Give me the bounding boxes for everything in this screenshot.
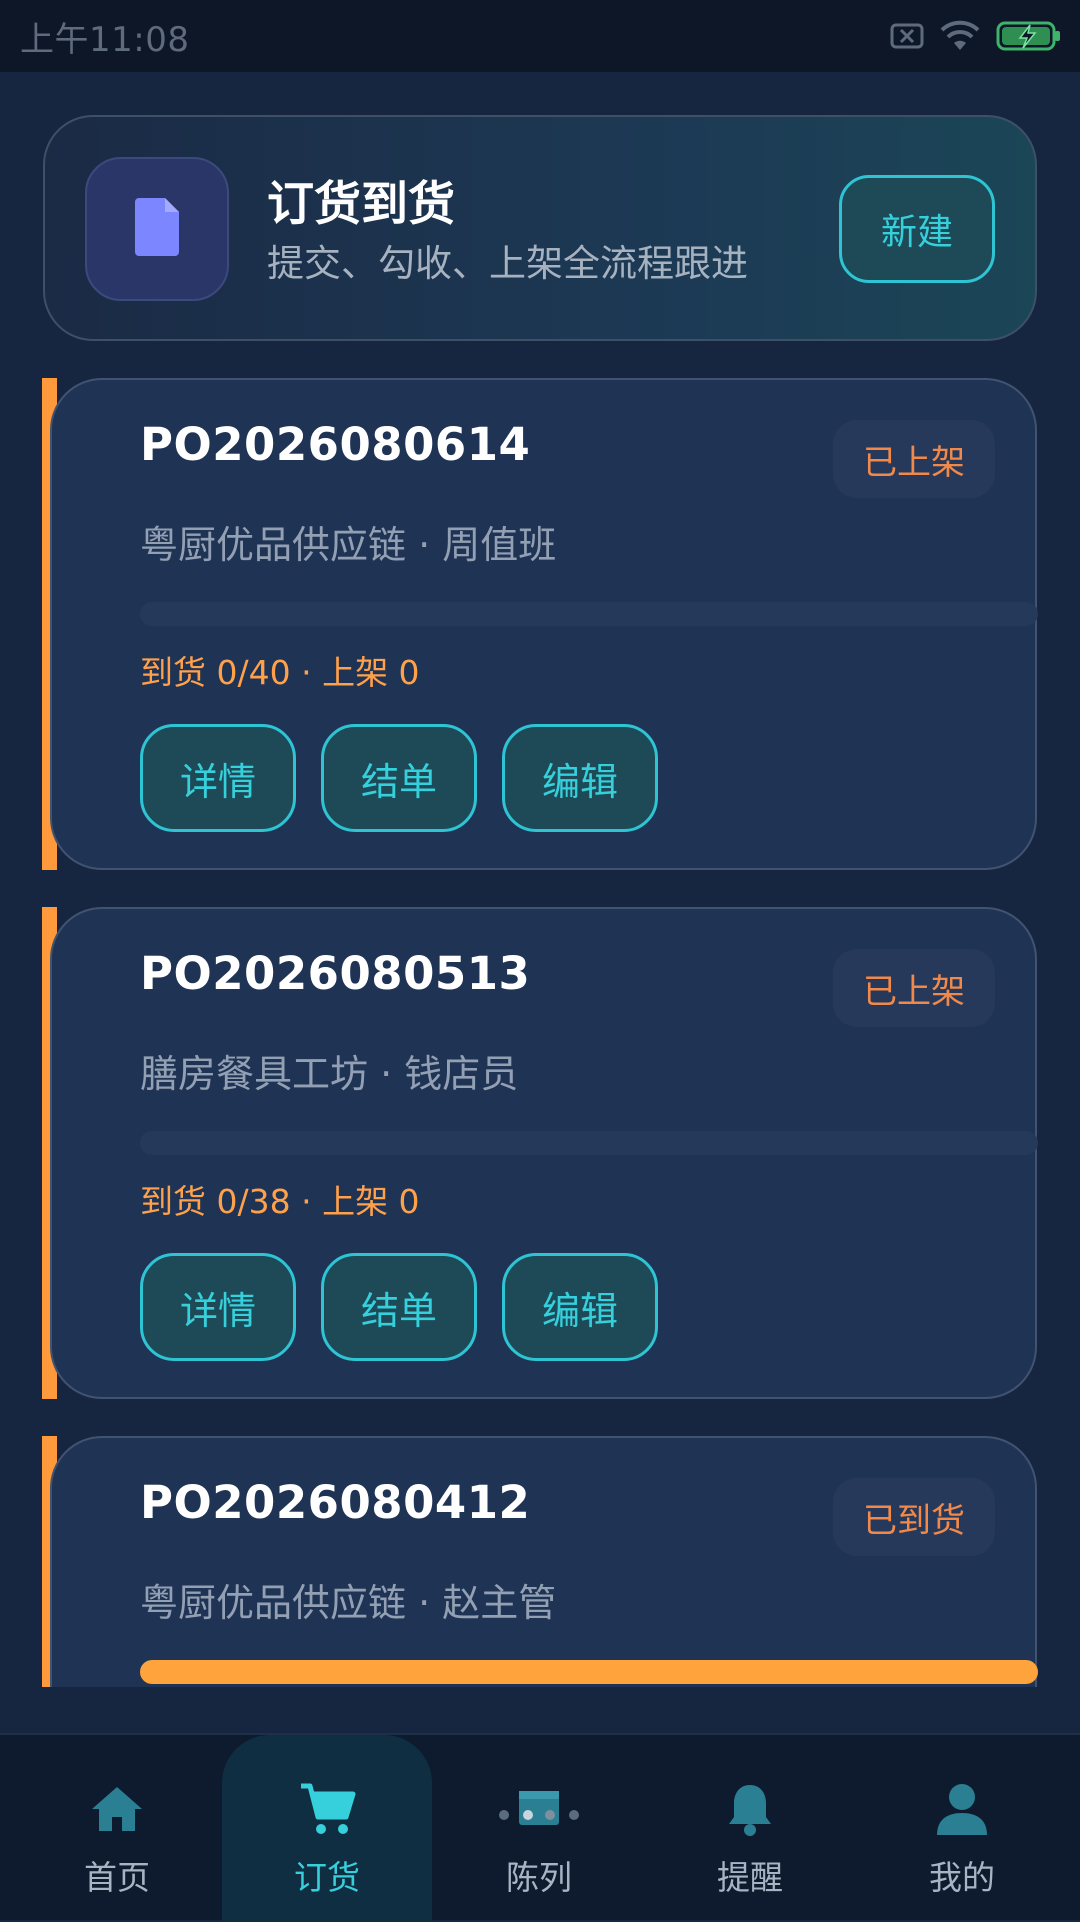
new-order-button[interactable]: 新建 — [839, 175, 995, 283]
tab-home[interactable]: 首页 — [12, 1735, 222, 1922]
order-supplier-owner: 膳房餐具工坊 · 钱店员 — [140, 1052, 519, 1096]
order-supplier-owner: 粤厨优品供应链 · 周值班 — [140, 523, 557, 567]
order-card[interactable]: PO2026080513 已上架 膳房餐具工坊 · 钱店员 到货 0/38 · … — [40, 907, 1038, 1399]
shelf-display-icon — [494, 1777, 584, 1841]
order-actions: 详情 结单 编辑 — [140, 724, 658, 832]
tab-order[interactable]: 订货 — [222, 1735, 432, 1922]
order-card-body: PO2026080412 已到货 粤厨优品供应链 · 赵主管 — [50, 1436, 1038, 1687]
home-icon — [89, 1777, 145, 1841]
arrival-progress-bar — [140, 1131, 1038, 1155]
order-id: PO2026080513 — [140, 947, 531, 1000]
arrival-progress-bar — [140, 1660, 1038, 1684]
bottom-tab-bar: 首页 订货 陈列 提醒 我的 — [0, 1733, 1080, 1922]
tab-label: 我的 — [929, 1858, 995, 1897]
close-order-button[interactable]: 结单 — [321, 724, 477, 832]
header-card: 订货到货 提交、勾收、上架全流程跟进 新建 — [43, 115, 1037, 341]
edit-button[interactable]: 编辑 — [502, 724, 658, 832]
tab-label: 订货 — [294, 1858, 360, 1897]
page-title: 订货到货 — [267, 177, 455, 232]
status-badge: 已上架 — [833, 949, 995, 1027]
cart-icon — [298, 1777, 356, 1841]
status-icons — [890, 20, 1062, 52]
tab-label: 陈列 — [506, 1858, 572, 1897]
user-icon — [934, 1777, 990, 1841]
order-card-body: PO2026080614 已上架 粤厨优品供应链 · 周值班 到货 0/40 ·… — [50, 378, 1038, 870]
order-actions: 详情 结单 编辑 — [140, 1253, 658, 1361]
tab-display[interactable]: 陈列 — [434, 1735, 644, 1922]
order-stats: 到货 0/38 · 上架 0 — [140, 1182, 420, 1221]
page-subtitle: 提交、勾收、上架全流程跟进 — [267, 242, 748, 285]
document-icon — [133, 196, 181, 262]
details-button[interactable]: 详情 — [140, 1253, 296, 1361]
status-time: 上午11:08 — [20, 19, 190, 60]
tab-reminders[interactable]: 提醒 — [645, 1735, 855, 1922]
order-id: PO2026080614 — [140, 418, 531, 471]
tab-label: 提醒 — [717, 1858, 783, 1897]
edit-button[interactable]: 编辑 — [502, 1253, 658, 1361]
arrival-progress-fill — [140, 1660, 1038, 1684]
order-stats: 到货 0/40 · 上架 0 — [140, 653, 420, 692]
status-badge: 已上架 — [833, 420, 995, 498]
details-button[interactable]: 详情 — [140, 724, 296, 832]
order-card-body: PO2026080513 已上架 膳房餐具工坊 · 钱店员 到货 0/38 · … — [50, 907, 1038, 1399]
arrival-progress-bar — [140, 602, 1038, 626]
wifi-icon — [940, 20, 980, 52]
tab-label: 首页 — [84, 1858, 150, 1897]
bell-icon — [726, 1777, 774, 1841]
order-id: PO2026080412 — [140, 1476, 531, 1529]
order-card[interactable]: PO2026080412 已到货 粤厨优品供应链 · 赵主管 — [40, 1436, 1038, 1687]
sim-card-off-icon — [890, 23, 924, 49]
order-card[interactable]: PO2026080614 已上架 粤厨优品供应链 · 周值班 到货 0/40 ·… — [40, 378, 1038, 870]
status-badge: 已到货 — [833, 1478, 995, 1556]
order-list-screen[interactable]: 订货到货 提交、勾收、上架全流程跟进 新建 PO2026080614 已上架 粤… — [0, 72, 1080, 1687]
status-bar: 上午11:08 — [0, 0, 1080, 72]
tab-profile[interactable]: 我的 — [857, 1735, 1067, 1922]
order-supplier-owner: 粤厨优品供应链 · 赵主管 — [140, 1581, 557, 1625]
header-icon-tile — [85, 157, 229, 301]
close-order-button[interactable]: 结单 — [321, 1253, 477, 1361]
battery-charging-icon — [996, 20, 1062, 52]
